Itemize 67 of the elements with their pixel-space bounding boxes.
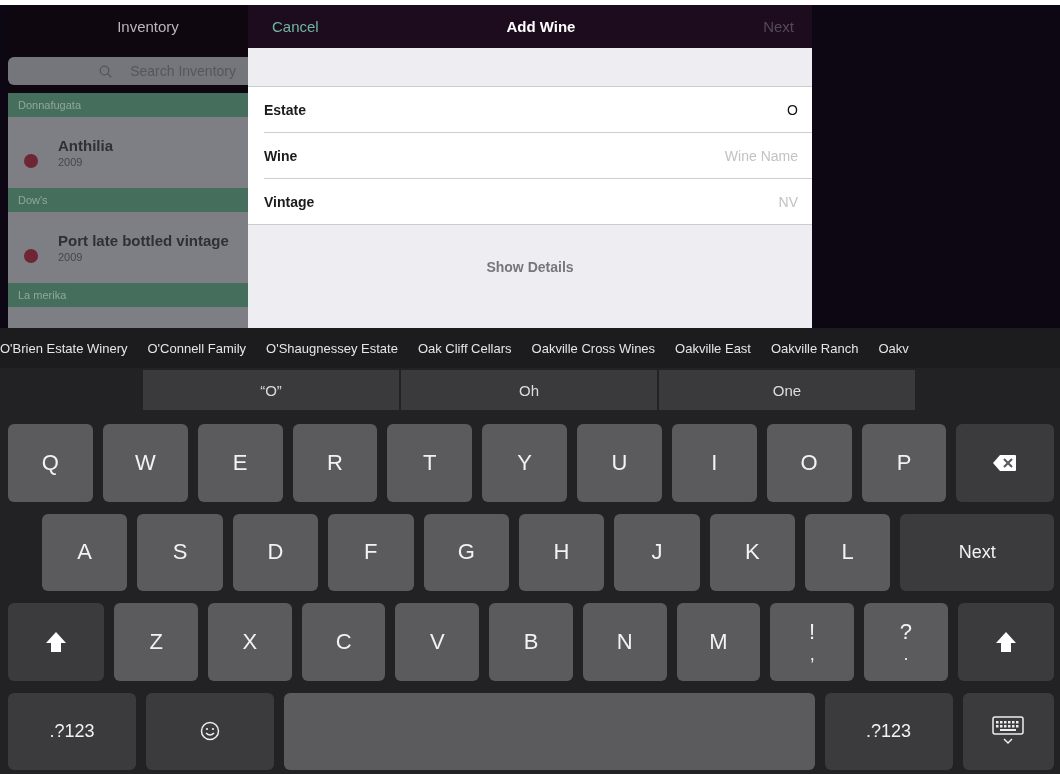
key[interactable]: M xyxy=(676,603,761,681)
dialog-title: Add Wine xyxy=(506,18,576,35)
hide-keyboard-key[interactable] xyxy=(962,692,1054,770)
key[interactable]: ! , xyxy=(770,603,855,681)
suggestion[interactable]: O'Connell Family xyxy=(147,340,247,356)
key[interactable]: I xyxy=(671,424,757,502)
key[interactable]: R xyxy=(292,424,378,502)
key[interactable]: G xyxy=(423,513,509,591)
key[interactable]: P xyxy=(861,424,947,502)
key[interactable]: V xyxy=(395,603,480,681)
key[interactable]: W xyxy=(102,424,188,502)
key[interactable]: C xyxy=(301,603,386,681)
key[interactable]: H xyxy=(518,513,605,591)
keyboard-icon xyxy=(992,716,1025,747)
section-header: Donnafugata xyxy=(8,93,248,117)
next-key[interactable]: Next xyxy=(900,513,1055,591)
key[interactable]: K xyxy=(709,513,795,591)
section-header: Dow's xyxy=(8,188,248,212)
shift-icon xyxy=(45,630,68,653)
key[interactable]: A xyxy=(42,513,128,591)
key[interactable]: D xyxy=(232,513,319,591)
key[interactable]: Y xyxy=(482,424,568,502)
shift-key[interactable] xyxy=(957,603,1055,681)
prediction[interactable]: Oh xyxy=(401,370,657,410)
key[interactable]: U xyxy=(577,424,662,502)
inventory-title: Inventory xyxy=(117,18,179,35)
shift-key[interactable] xyxy=(8,603,105,681)
wine-name[interactable]: Anthilia xyxy=(58,137,113,154)
backspace-icon xyxy=(993,453,1018,472)
key[interactable]: X xyxy=(208,603,292,681)
key[interactable]: ? . xyxy=(864,603,948,681)
suggestion[interactable]: O'Brien Estate Winery xyxy=(0,340,128,356)
suggestion[interactable]: Oakville Ranch xyxy=(771,340,859,356)
cancel-button[interactable]: Cancel xyxy=(272,18,319,35)
input-field[interactable]: O xyxy=(364,101,798,118)
backspace-key[interactable] xyxy=(956,424,1054,502)
search-icon xyxy=(99,65,112,78)
key[interactable]: J xyxy=(614,513,700,591)
key[interactable]: O xyxy=(766,424,852,502)
key[interactable]: B xyxy=(489,603,573,681)
prediction[interactable]: One xyxy=(659,370,915,410)
key[interactable]: T xyxy=(387,424,473,502)
suggestion[interactable]: Oakville Cross Wines xyxy=(531,340,656,356)
key[interactable]: L xyxy=(805,513,891,591)
key[interactable]: F xyxy=(328,513,414,591)
suggestion[interactable]: Oak Cliff Cellars xyxy=(417,340,512,356)
suggestion[interactable]: O'Shaugnessey Estate xyxy=(266,340,398,356)
prediction[interactable]: “O” xyxy=(143,370,399,410)
smiley-icon xyxy=(200,721,221,742)
wine-name[interactable]: Port late bottled vintage xyxy=(58,232,229,249)
key[interactable]: Q xyxy=(8,424,93,502)
numbers-key[interactable]: .?123 xyxy=(824,692,953,770)
field-label: Vintage xyxy=(264,193,316,210)
suggestion[interactable]: Oakv xyxy=(878,340,909,356)
section-header: La merika xyxy=(8,283,248,307)
key[interactable]: Z xyxy=(114,603,198,681)
field-label: Wine xyxy=(264,147,299,164)
key[interactable]: E xyxy=(197,424,283,502)
show-details-button[interactable]: Show Details xyxy=(480,258,580,276)
shift-icon xyxy=(994,630,1017,653)
numbers-key[interactable]: .?123 xyxy=(8,692,137,770)
key[interactable]: N xyxy=(582,603,667,681)
key[interactable]: S xyxy=(137,513,223,591)
input-field[interactable]: NV xyxy=(364,193,798,210)
field-label: Estate xyxy=(264,101,308,118)
suggestion[interactable]: Oakville East xyxy=(675,340,751,356)
input-field[interactable]: Wine Name xyxy=(364,147,798,164)
